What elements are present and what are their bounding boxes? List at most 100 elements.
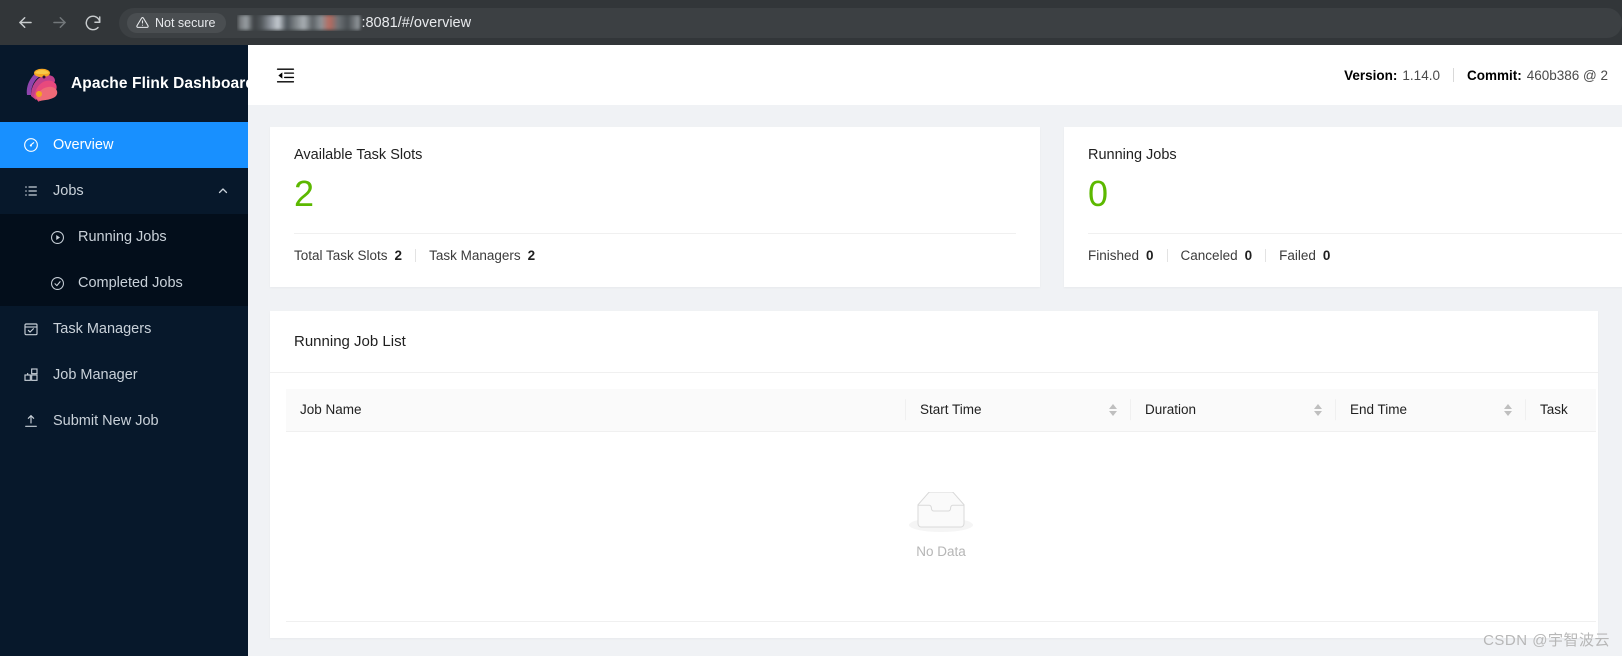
- brand-title: Apache Flink Dashboard: [71, 74, 255, 92]
- content: Available Task Slots 2 Total Task Slots …: [248, 105, 1622, 656]
- csdn-watermark: CSDN @宇智波云: [1483, 632, 1610, 649]
- sidebar-item-overview[interactable]: Overview: [0, 122, 248, 168]
- column-label: Start Time: [920, 402, 982, 418]
- commit-label: Commit:: [1466, 67, 1522, 83]
- total-task-slots-stat: Total Task Slots 2: [294, 248, 402, 263]
- browser-forward-button[interactable]: [42, 6, 76, 40]
- card-footer: Total Task Slots 2 Task Managers 2: [294, 234, 1016, 276]
- column-start-time[interactable]: Start Time: [906, 389, 1131, 432]
- sidebar-menu: Overview Jobs Running Jobs Completed Job…: [0, 122, 248, 444]
- empty-label: No Data: [916, 543, 966, 559]
- sidebar-item-label: Submit New Job: [53, 413, 159, 429]
- brand[interactable]: Apache Flink Dashboard: [0, 45, 255, 122]
- running-job-table: Job Name Start Time Duration End Time Ta…: [286, 389, 1596, 622]
- running-jobs-value: 0: [1088, 173, 1109, 214]
- chevron-up-icon[interactable]: [217, 185, 229, 197]
- running-job-table-wrap: Job Name Start Time Duration End Time Ta…: [270, 373, 1598, 638]
- sidebar-item-label: Overview: [53, 137, 114, 153]
- stat-cards-row: Available Task Slots 2 Total Task Slots …: [270, 127, 1622, 287]
- table-header-row: Job Name Start Time Duration End Time Ta…: [286, 389, 1596, 432]
- sidebar-submenu-jobs: Running Jobs Completed Jobs: [0, 214, 248, 306]
- column-label: End Time: [1350, 402, 1408, 418]
- empty-inbox-icon: [909, 491, 973, 532]
- sidebar-item-label: Jobs: [53, 183, 84, 199]
- browser-reload-button[interactable]: [76, 6, 110, 40]
- stat-value: 2: [527, 247, 536, 263]
- menu-fold-icon[interactable]: [270, 60, 300, 90]
- task-slots-value: 2: [294, 173, 315, 214]
- stat-label: Task Managers: [429, 247, 521, 263]
- sidebar: Apache Flink Dashboard Overview Jobs Run…: [0, 45, 255, 656]
- card-title: Running Jobs: [1088, 147, 1177, 163]
- column-task[interactable]: Task: [1526, 389, 1596, 432]
- stat-value: 0: [1244, 247, 1253, 263]
- card-title: Available Task Slots: [294, 147, 423, 163]
- stat-label: Canceled: [1180, 247, 1238, 263]
- task-managers-stat: Task Managers 2: [429, 248, 535, 263]
- sort-caret-icon[interactable]: [1314, 403, 1322, 416]
- browser-toolbar: Not secure :8081/#/overview: [0, 0, 1622, 45]
- browser-back-button[interactable]: [8, 6, 42, 40]
- warning-triangle-icon: [136, 17, 149, 28]
- url-text[interactable]: :8081/#/overview: [237, 15, 471, 31]
- divider: [1166, 248, 1168, 262]
- stat-value: 0: [1322, 247, 1331, 263]
- canceled-stat: Canceled 0: [1181, 248, 1253, 263]
- empty-box: No Data: [909, 491, 973, 559]
- cluster-icon: [22, 366, 40, 384]
- divider: [1452, 68, 1454, 82]
- not-secure-label: Not secure: [155, 15, 216, 30]
- flink-squirrel-logo: [26, 68, 58, 102]
- dashboard-icon: [22, 136, 40, 154]
- sidebar-item-label: Running Jobs: [78, 229, 167, 245]
- divider: [415, 248, 417, 262]
- sidebar-item-submit-new-job[interactable]: Submit New Job: [0, 398, 248, 444]
- running-job-list-title: Running Job List: [270, 311, 1598, 373]
- sidebar-item-task-managers[interactable]: Task Managers: [0, 306, 248, 352]
- check-circle-icon: [48, 274, 66, 292]
- running-job-list-card: Running Job List Job Name Start Time Dur…: [270, 311, 1598, 638]
- upload-icon: [22, 412, 40, 430]
- flink-dashboard-app: Apache Flink Dashboard Overview Jobs Run…: [0, 45, 1622, 656]
- version-value: 1.14.0: [1402, 67, 1440, 83]
- column-end-time[interactable]: End Time: [1336, 389, 1526, 432]
- version-label: Version:: [1344, 67, 1398, 83]
- available-task-slots-card: Available Task Slots 2 Total Task Slots …: [270, 127, 1040, 287]
- sidebar-item-jobs[interactable]: Jobs: [0, 168, 248, 214]
- column-duration[interactable]: Duration: [1131, 389, 1336, 432]
- task-manager-icon: [22, 320, 40, 338]
- empty-state: No Data: [286, 431, 1596, 622]
- stat-value: 2: [394, 247, 403, 263]
- commit-value: 460b386 @ 2: [1526, 67, 1608, 83]
- column-label: Task: [1540, 402, 1568, 418]
- url-visible-part: :8081/#/overview: [361, 14, 472, 31]
- failed-stat: Failed 0: [1279, 248, 1330, 263]
- main-area: Version: 1.14.0 Commit: 460b386 @ 2 Avai…: [248, 45, 1622, 656]
- unordered-list-icon: [22, 182, 40, 200]
- build-info: Version: 1.14.0 Commit: 460b386 @ 2: [1344, 68, 1610, 83]
- column-job-name[interactable]: Job Name: [286, 389, 906, 432]
- browser-address-bar[interactable]: Not secure :8081/#/overview: [119, 7, 1622, 38]
- top-bar: Version: 1.14.0 Commit: 460b386 @ 2: [248, 45, 1622, 105]
- not-secure-badge[interactable]: Not secure: [127, 12, 227, 33]
- running-jobs-card: Running Jobs 0 Finished 0 Canceled 0 Fai…: [1064, 127, 1622, 287]
- finished-stat: Finished 0: [1088, 248, 1154, 263]
- table-empty-row: No Data: [286, 431, 1596, 622]
- sidebar-item-label: Task Managers: [53, 321, 152, 337]
- sort-caret-icon[interactable]: [1109, 403, 1117, 416]
- stat-label: Failed: [1279, 247, 1316, 263]
- sidebar-item-job-manager[interactable]: Job Manager: [0, 352, 248, 398]
- sidebar-item-label: Completed Jobs: [78, 275, 183, 291]
- sidebar-item-completed-jobs[interactable]: Completed Jobs: [0, 260, 248, 306]
- stat-label: Total Task Slots: [294, 247, 388, 263]
- column-label: Duration: [1145, 402, 1197, 418]
- sidebar-item-label: Job Manager: [53, 367, 138, 383]
- stat-label: Finished: [1088, 247, 1140, 263]
- column-label: Job Name: [300, 402, 362, 418]
- stat-value: 0: [1146, 247, 1154, 263]
- sidebar-item-running-jobs[interactable]: Running Jobs: [0, 214, 248, 260]
- card-footer: Finished 0 Canceled 0 Failed 0: [1088, 234, 1622, 276]
- url-redacted-host: [238, 15, 361, 30]
- play-circle-icon: [48, 228, 66, 246]
- sort-caret-icon[interactable]: [1504, 403, 1512, 416]
